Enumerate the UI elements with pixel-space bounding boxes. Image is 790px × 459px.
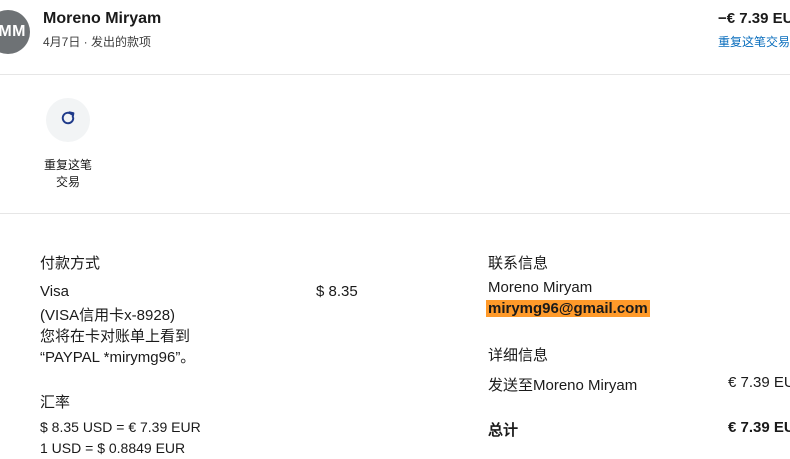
repeat-transaction-button[interactable] [46, 98, 90, 142]
exchange-rate-heading: 汇率 [40, 394, 71, 411]
divider [0, 213, 790, 214]
transaction-subtitle: 4月7日 · 发出的款项 [43, 35, 152, 49]
avatar: MM [0, 10, 30, 54]
transaction-amount: −€ 7.39 EUR [718, 10, 790, 27]
payment-method-line2: (VISA信用卡x-8928) [40, 307, 176, 324]
payment-method-line3: 您将在卡对账单上看到 [40, 328, 191, 345]
total-amount: € 7.39 EUR [728, 419, 790, 436]
repeat-label-line1: 重复这笔 [43, 158, 92, 172]
contact-info-heading: 联系信息 [488, 255, 549, 272]
total-label: 总计 [488, 422, 519, 439]
payment-method-heading: 付款方式 [40, 255, 101, 272]
recipient-name: Moreno Miryam [43, 10, 162, 27]
repeat-transaction-label[interactable]: 重复这笔 交易 [36, 157, 100, 191]
payment-amount: $ 8.35 [316, 283, 358, 300]
exchange-rate-line2: 1 USD = $ 0.8849 EUR [40, 440, 186, 456]
repeat-transaction-link[interactable]: 重复这笔交易 [718, 33, 790, 50]
contact-name: Moreno Miryam [488, 279, 593, 296]
repeat-label-line2: 交易 [55, 175, 80, 189]
divider [0, 74, 790, 75]
payment-method-line1: Visa [40, 283, 69, 300]
exchange-rate-line1: $ 8.35 USD = € 7.39 EUR [40, 419, 201, 435]
details-heading: 详细信息 [488, 347, 549, 364]
refresh-icon [59, 109, 77, 132]
sent-to-label: 发送至Moreno Miryam [488, 377, 638, 394]
avatar-initials: MM [0, 23, 26, 40]
contact-email[interactable]: mirymg96@gmail.com [486, 300, 650, 317]
sent-to-amount: € 7.39 EUR [728, 374, 790, 391]
payment-method-line4: “PAYPAL *mirymg96”。 [40, 349, 196, 366]
